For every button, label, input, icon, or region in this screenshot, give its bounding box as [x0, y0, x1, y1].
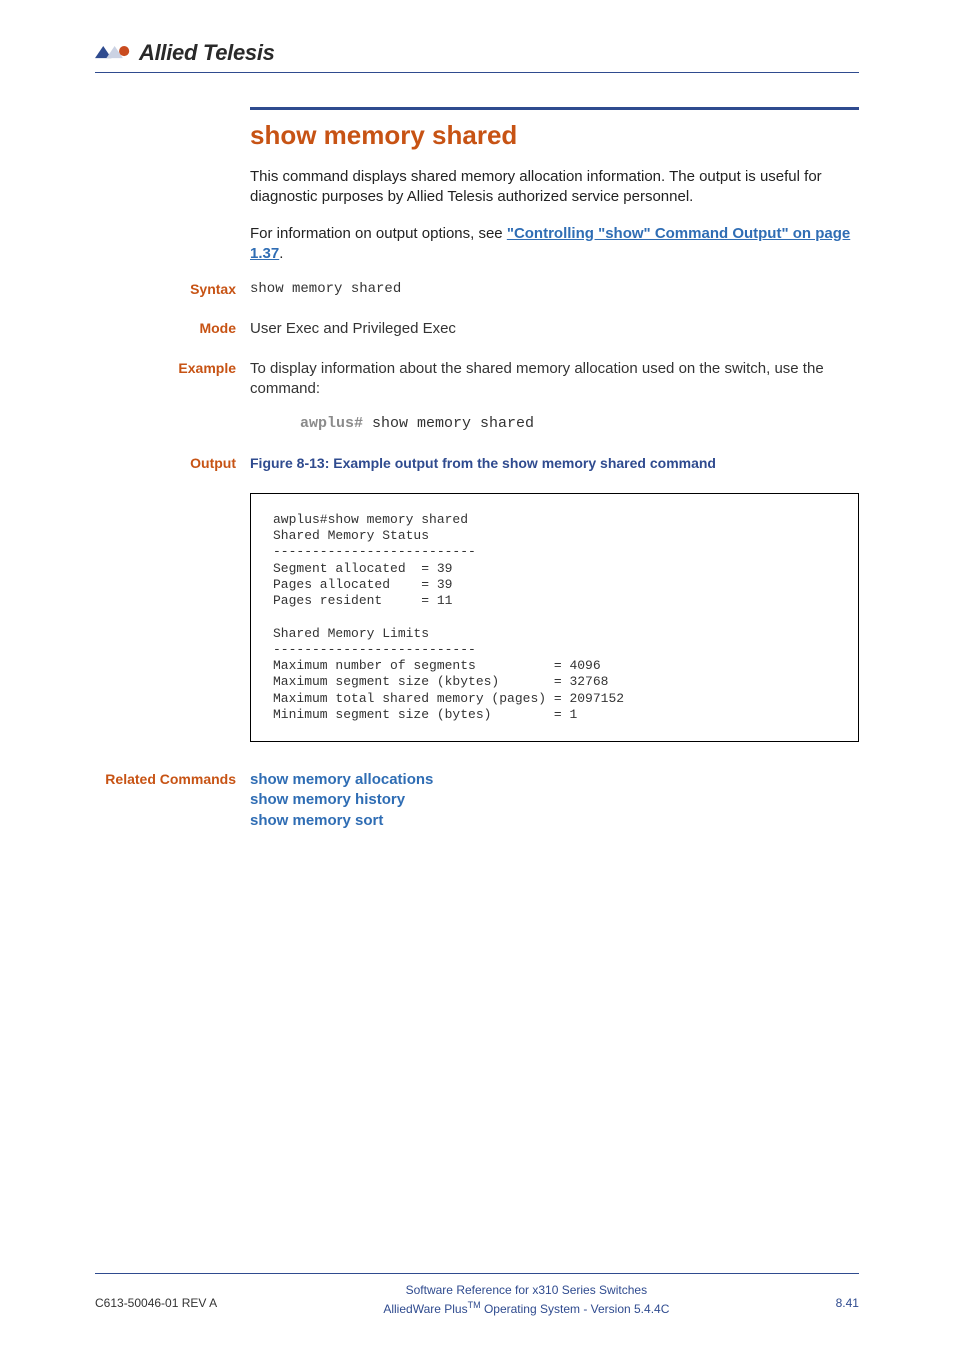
footer-line1: Software Reference for x310 Series Switc…	[383, 1282, 669, 1299]
footer-docid: C613-50046-01 REV A	[95, 1282, 217, 1310]
syntax-label: Syntax	[95, 280, 250, 299]
header-rule	[95, 72, 859, 73]
footer-line2: AlliedWare PlusTM Operating System - Ver…	[383, 1299, 669, 1318]
footer-center: Software Reference for x310 Series Switc…	[383, 1282, 669, 1318]
footer-tm: TM	[468, 1300, 481, 1310]
example-label: Example	[95, 359, 250, 434]
link-paragraph: For information on output options, see "…	[250, 224, 859, 265]
related-commands-label: Related Commands	[95, 770, 250, 831]
footer-rule	[95, 1273, 859, 1274]
example-command-line: awplus# show memory shared	[300, 414, 859, 434]
example-text: To display information about the shared …	[250, 359, 859, 400]
brand-logo-icon	[95, 44, 133, 62]
link-suffix: .	[279, 245, 283, 262]
related-link-history[interactable]: show memory history	[250, 790, 859, 810]
intro-paragraph: This command displays shared memory allo…	[250, 167, 859, 208]
output-box: awplus#show memory shared Shared Memory …	[250, 493, 859, 742]
mode-label: Mode	[95, 319, 250, 339]
brand-name: Allied Telesis	[139, 40, 275, 66]
footer-page-number: 8.41	[836, 1282, 859, 1310]
related-link-sort[interactable]: show memory sort	[250, 811, 859, 831]
page-title: show memory shared	[250, 120, 859, 151]
footer-line2-b: Operating System - Version 5.4.4C	[481, 1302, 670, 1316]
page-footer: C613-50046-01 REV A Software Reference f…	[95, 1273, 859, 1318]
section-rule	[250, 107, 859, 110]
footer-line2-a: AlliedWare Plus	[383, 1302, 467, 1316]
related-link-allocations[interactable]: show memory allocations	[250, 770, 859, 790]
syntax-value: show memory shared	[250, 280, 859, 299]
brand-header: Allied Telesis	[95, 40, 859, 73]
output-caption: Figure 8-13: Example output from the sho…	[250, 454, 859, 473]
example-command: show memory shared	[363, 415, 534, 432]
output-label: Output	[95, 454, 250, 483]
example-prompt: awplus#	[300, 415, 363, 432]
output-pre: awplus#show memory shared Shared Memory …	[273, 512, 836, 723]
mode-value: User Exec and Privileged Exec	[250, 319, 859, 339]
link-prefix: For information on output options, see	[250, 225, 507, 242]
